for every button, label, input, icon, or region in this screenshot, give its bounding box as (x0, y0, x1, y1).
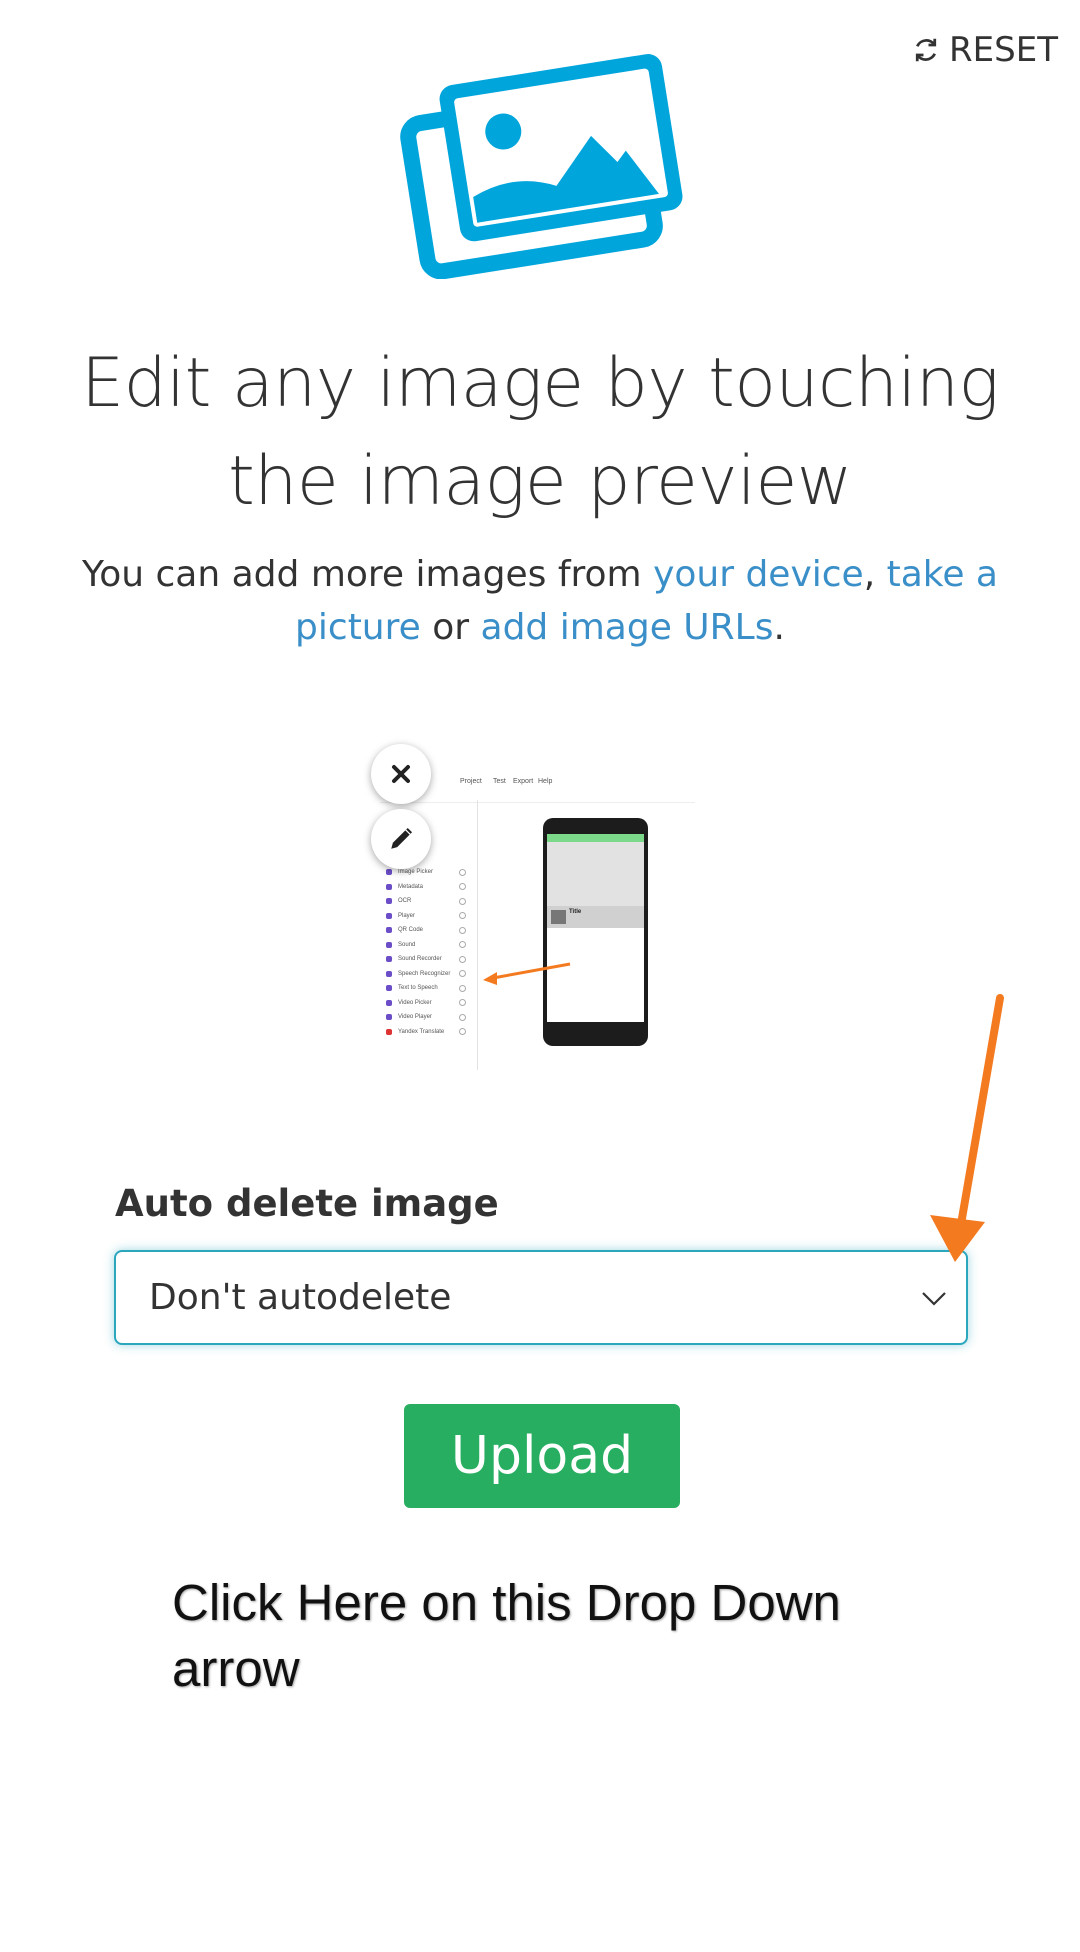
select-value: Don't autodelete (149, 1277, 452, 1318)
page-title: Edit any image by touching the image pre… (81, 344, 999, 521)
chevron-down-icon[interactable] (920, 1286, 948, 1310)
preview-arrow (483, 962, 571, 985)
auto-delete-select[interactable]: Don't autodelete (114, 1250, 968, 1345)
list-item: OCR (386, 894, 466, 909)
reset-label: RESET (949, 30, 1058, 70)
list-item: Metadata (386, 880, 466, 895)
list-item: Video Picker (386, 996, 466, 1011)
phone-screen: Title (547, 834, 644, 1022)
images-icon (400, 54, 683, 279)
pencil-icon (391, 827, 413, 849)
link-add-urls[interactable]: add image URLs (481, 607, 774, 648)
subtitle: You can add more images from your device… (70, 548, 1010, 654)
list-item: QR Code (386, 923, 466, 938)
annotation-text: Click Here on this Drop Down arrow (172, 1570, 972, 1702)
phone-thumbnail (551, 910, 566, 924)
preview-menu-item: Export (513, 778, 534, 785)
upload-button[interactable]: Upload (404, 1404, 680, 1508)
reset-button[interactable]: RESET (911, 30, 1058, 70)
list-item: Player (386, 909, 466, 924)
remove-image-button[interactable] (371, 744, 431, 804)
list-item: Yandex Translate (386, 1025, 466, 1040)
list-item: Video Player (386, 1010, 466, 1025)
preview-menu-item: Help (538, 778, 553, 785)
list-item: Sound Recorder (386, 952, 466, 967)
phone-image-area (547, 842, 644, 906)
preview-divider (477, 800, 478, 1070)
preview-menu-item: Test (493, 778, 506, 785)
phone-status-bar (547, 834, 644, 842)
subtext-comma: , (863, 554, 887, 595)
list-item: Text to Speech (386, 981, 466, 996)
preview-component-list: Image Picker Metadata OCR Player QR Code… (386, 865, 466, 1039)
subtext-or: or (420, 607, 481, 648)
preview-menu-item: Project (460, 778, 482, 785)
edit-image-button[interactable] (371, 809, 431, 869)
subtext-end: . (773, 607, 785, 648)
annotation-line: Click Here on this Drop Down arrow (172, 1574, 841, 1697)
list-item: Sound (386, 938, 466, 953)
phone-title: Title (569, 909, 582, 915)
link-your-device[interactable]: your device (653, 554, 864, 595)
image-preview[interactable]: Project Test Export Help Image Picker Me… (380, 770, 695, 1070)
list-item: Speech Recognizer (386, 967, 466, 982)
close-icon (392, 765, 410, 783)
phone-mockup: Title (543, 818, 648, 1046)
subtext-before: You can add more images from (82, 554, 654, 595)
refresh-icon (915, 38, 937, 62)
auto-delete-label: Auto delete image (115, 1182, 499, 1225)
